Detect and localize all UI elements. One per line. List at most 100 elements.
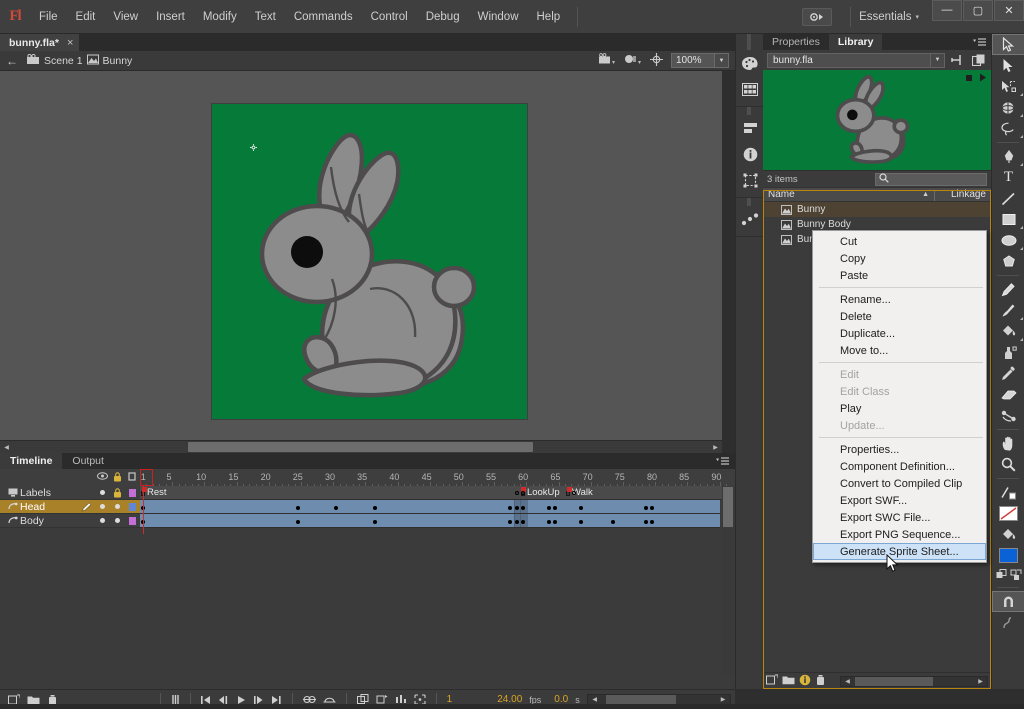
search-input[interactable] <box>875 172 987 186</box>
chevron-down-icon[interactable]: ▼ <box>714 54 728 67</box>
tool-submenu-indicator-icon[interactable] <box>1020 93 1023 96</box>
layer-lock-toggle[interactable] <box>115 504 120 509</box>
tab-library[interactable]: Library <box>828 34 883 50</box>
scroll-left-arrow-icon[interactable]: ◀ <box>842 677 853 686</box>
selected-frame-highlight[interactable] <box>513 514 528 527</box>
scroll-right-arrow-icon[interactable]: ▶ <box>975 677 986 686</box>
menu-file[interactable]: File <box>30 0 67 34</box>
panel-menu-icon[interactable] <box>973 34 991 50</box>
keyframe-marker[interactable] <box>508 506 513 510</box>
panel-menu-icon[interactable] <box>716 453 735 469</box>
keyframe-marker[interactable] <box>508 520 513 524</box>
zoom-tool[interactable] <box>992 454 1024 475</box>
keyframe-marker[interactable] <box>295 520 300 524</box>
scroll-left-arrow-icon[interactable]: ◀ <box>589 695 601 705</box>
new-folder-icon[interactable] <box>782 674 795 688</box>
play-icon[interactable] <box>979 73 987 85</box>
workspace-switcher[interactable]: Essentials <box>859 11 915 23</box>
keyframe-marker[interactable] <box>579 520 584 524</box>
context-menu-item-cut[interactable]: Cut <box>813 233 986 250</box>
pencil-tool[interactable] <box>992 279 1024 300</box>
menu-commands[interactable]: Commands <box>285 0 362 34</box>
menu-debug[interactable]: Debug <box>417 0 469 34</box>
context-menu-item-paste[interactable]: Paste <box>813 267 986 284</box>
fill-color-swatch[interactable] <box>992 545 1024 566</box>
brush-tool[interactable] <box>992 300 1024 321</box>
delete-icon[interactable] <box>815 674 826 689</box>
chevron-down-icon[interactable]: ▾ <box>915 13 931 21</box>
smooth-icon[interactable] <box>992 612 1024 633</box>
stage-area[interactable] <box>0 71 722 440</box>
minimize-button[interactable]: — <box>932 0 962 21</box>
context-menu-item-component-definition[interactable]: Component Definition... <box>813 458 986 475</box>
scroll-right-arrow-icon[interactable]: ▶ <box>717 695 729 705</box>
step-back-icon[interactable] <box>218 695 229 705</box>
keyframe-marker[interactable] <box>334 506 339 510</box>
rectangle-tool[interactable] <box>992 209 1024 230</box>
layer-visibility-toggle[interactable] <box>100 490 105 495</box>
3d-rotation-tool[interactable] <box>992 97 1024 118</box>
menu-edit[interactable]: Edit <box>67 0 105 34</box>
keyframe-marker[interactable] <box>373 506 378 510</box>
context-menu-item-copy[interactable]: Copy <box>813 250 986 267</box>
oval-tool[interactable] <box>992 230 1024 251</box>
back-arrow-icon[interactable]: ← <box>6 54 18 68</box>
stroke-color-picker[interactable] <box>992 482 1024 503</box>
keyframe-marker[interactable] <box>295 506 300 510</box>
polystar-tool[interactable] <box>992 251 1024 272</box>
lock-icon[interactable] <box>113 488 122 500</box>
tool-submenu-indicator-icon[interactable] <box>1020 135 1023 138</box>
tool-submenu-indicator-icon[interactable] <box>1020 226 1023 229</box>
tool-submenu-indicator-icon[interactable] <box>1020 163 1023 166</box>
keyframe-marker[interactable] <box>643 506 648 510</box>
close-button[interactable]: ✕ <box>994 0 1024 21</box>
zoom-level-input[interactable]: 100% ▼ <box>671 53 729 68</box>
eyedropper-tool[interactable] <box>992 363 1024 384</box>
sort-ascending-icon[interactable]: ▲ <box>922 191 929 198</box>
layer-outline-color-swatch[interactable] <box>129 489 136 497</box>
layer-lock-toggle[interactable] <box>115 518 120 523</box>
layer-row-head[interactable]: Head <box>0 500 140 514</box>
selected-frame-highlight[interactable] <box>513 500 528 513</box>
pen-tool[interactable] <box>992 146 1024 167</box>
empty-keyframe-marker[interactable] <box>514 491 519 495</box>
default-swap-colors[interactable] <box>992 566 1024 584</box>
menu-control[interactable]: Control <box>362 0 417 34</box>
menu-help[interactable]: Help <box>528 0 570 34</box>
context-menu-item-generate-sprite-sheet[interactable]: Generate Sprite Sheet... <box>813 543 986 560</box>
close-icon[interactable]: × <box>67 37 73 49</box>
context-menu-item-duplicate[interactable]: Duplicate... <box>813 325 986 342</box>
tab-properties[interactable]: Properties <box>763 34 829 50</box>
layer-row-labels[interactable]: Labels <box>0 486 140 500</box>
new-library-panel-icon[interactable] <box>970 52 987 68</box>
layer-visibility-toggle[interactable] <box>100 518 105 523</box>
motion-editor-icon[interactable] <box>736 206 764 232</box>
keyframe-marker[interactable] <box>553 506 558 510</box>
context-menu-item-convert-to-compiled-clip[interactable]: Convert to Compiled Clip <box>813 475 986 492</box>
library-horizontal-scrollbar[interactable]: ◀ ▶ <box>840 675 988 687</box>
info-icon[interactable] <box>736 141 764 167</box>
context-menu-item-delete[interactable]: Delete <box>813 308 986 325</box>
layer-outline-color-swatch[interactable] <box>129 503 136 511</box>
layer-row-body[interactable]: Body <box>0 514 140 528</box>
menu-modify[interactable]: Modify <box>194 0 246 34</box>
stop-icon[interactable] <box>965 73 973 85</box>
keyframe-marker[interactable] <box>643 520 648 524</box>
keyframe-marker[interactable] <box>611 520 616 524</box>
chevron-down-icon[interactable]: ▼ <box>930 53 944 67</box>
frame-row-body[interactable] <box>140 514 720 528</box>
keyframe-marker[interactable] <box>649 506 654 510</box>
dock-group-grip-2[interactable]: ⣿ <box>736 107 763 115</box>
stage-center-icon[interactable] <box>598 52 616 69</box>
menu-insert[interactable]: Insert <box>147 0 194 34</box>
tool-submenu-indicator-icon[interactable] <box>1020 317 1023 320</box>
align-icon[interactable] <box>736 115 764 141</box>
tab-timeline[interactable]: Timeline <box>0 453 63 469</box>
frame-row-labels[interactable]: Rest LookUp Walk <box>140 486 722 500</box>
context-menu-item-move-to[interactable]: Move to... <box>813 342 986 359</box>
ink-bottle-tool[interactable] <box>992 342 1024 363</box>
breadcrumb-scene-1[interactable]: Scene 1 <box>26 53 83 68</box>
dock-group-grip-3[interactable]: ⣿ <box>736 198 763 206</box>
menu-window[interactable]: Window <box>469 0 528 34</box>
stage-horizontal-scrollbar[interactable]: ◀ ▶ <box>0 440 722 453</box>
